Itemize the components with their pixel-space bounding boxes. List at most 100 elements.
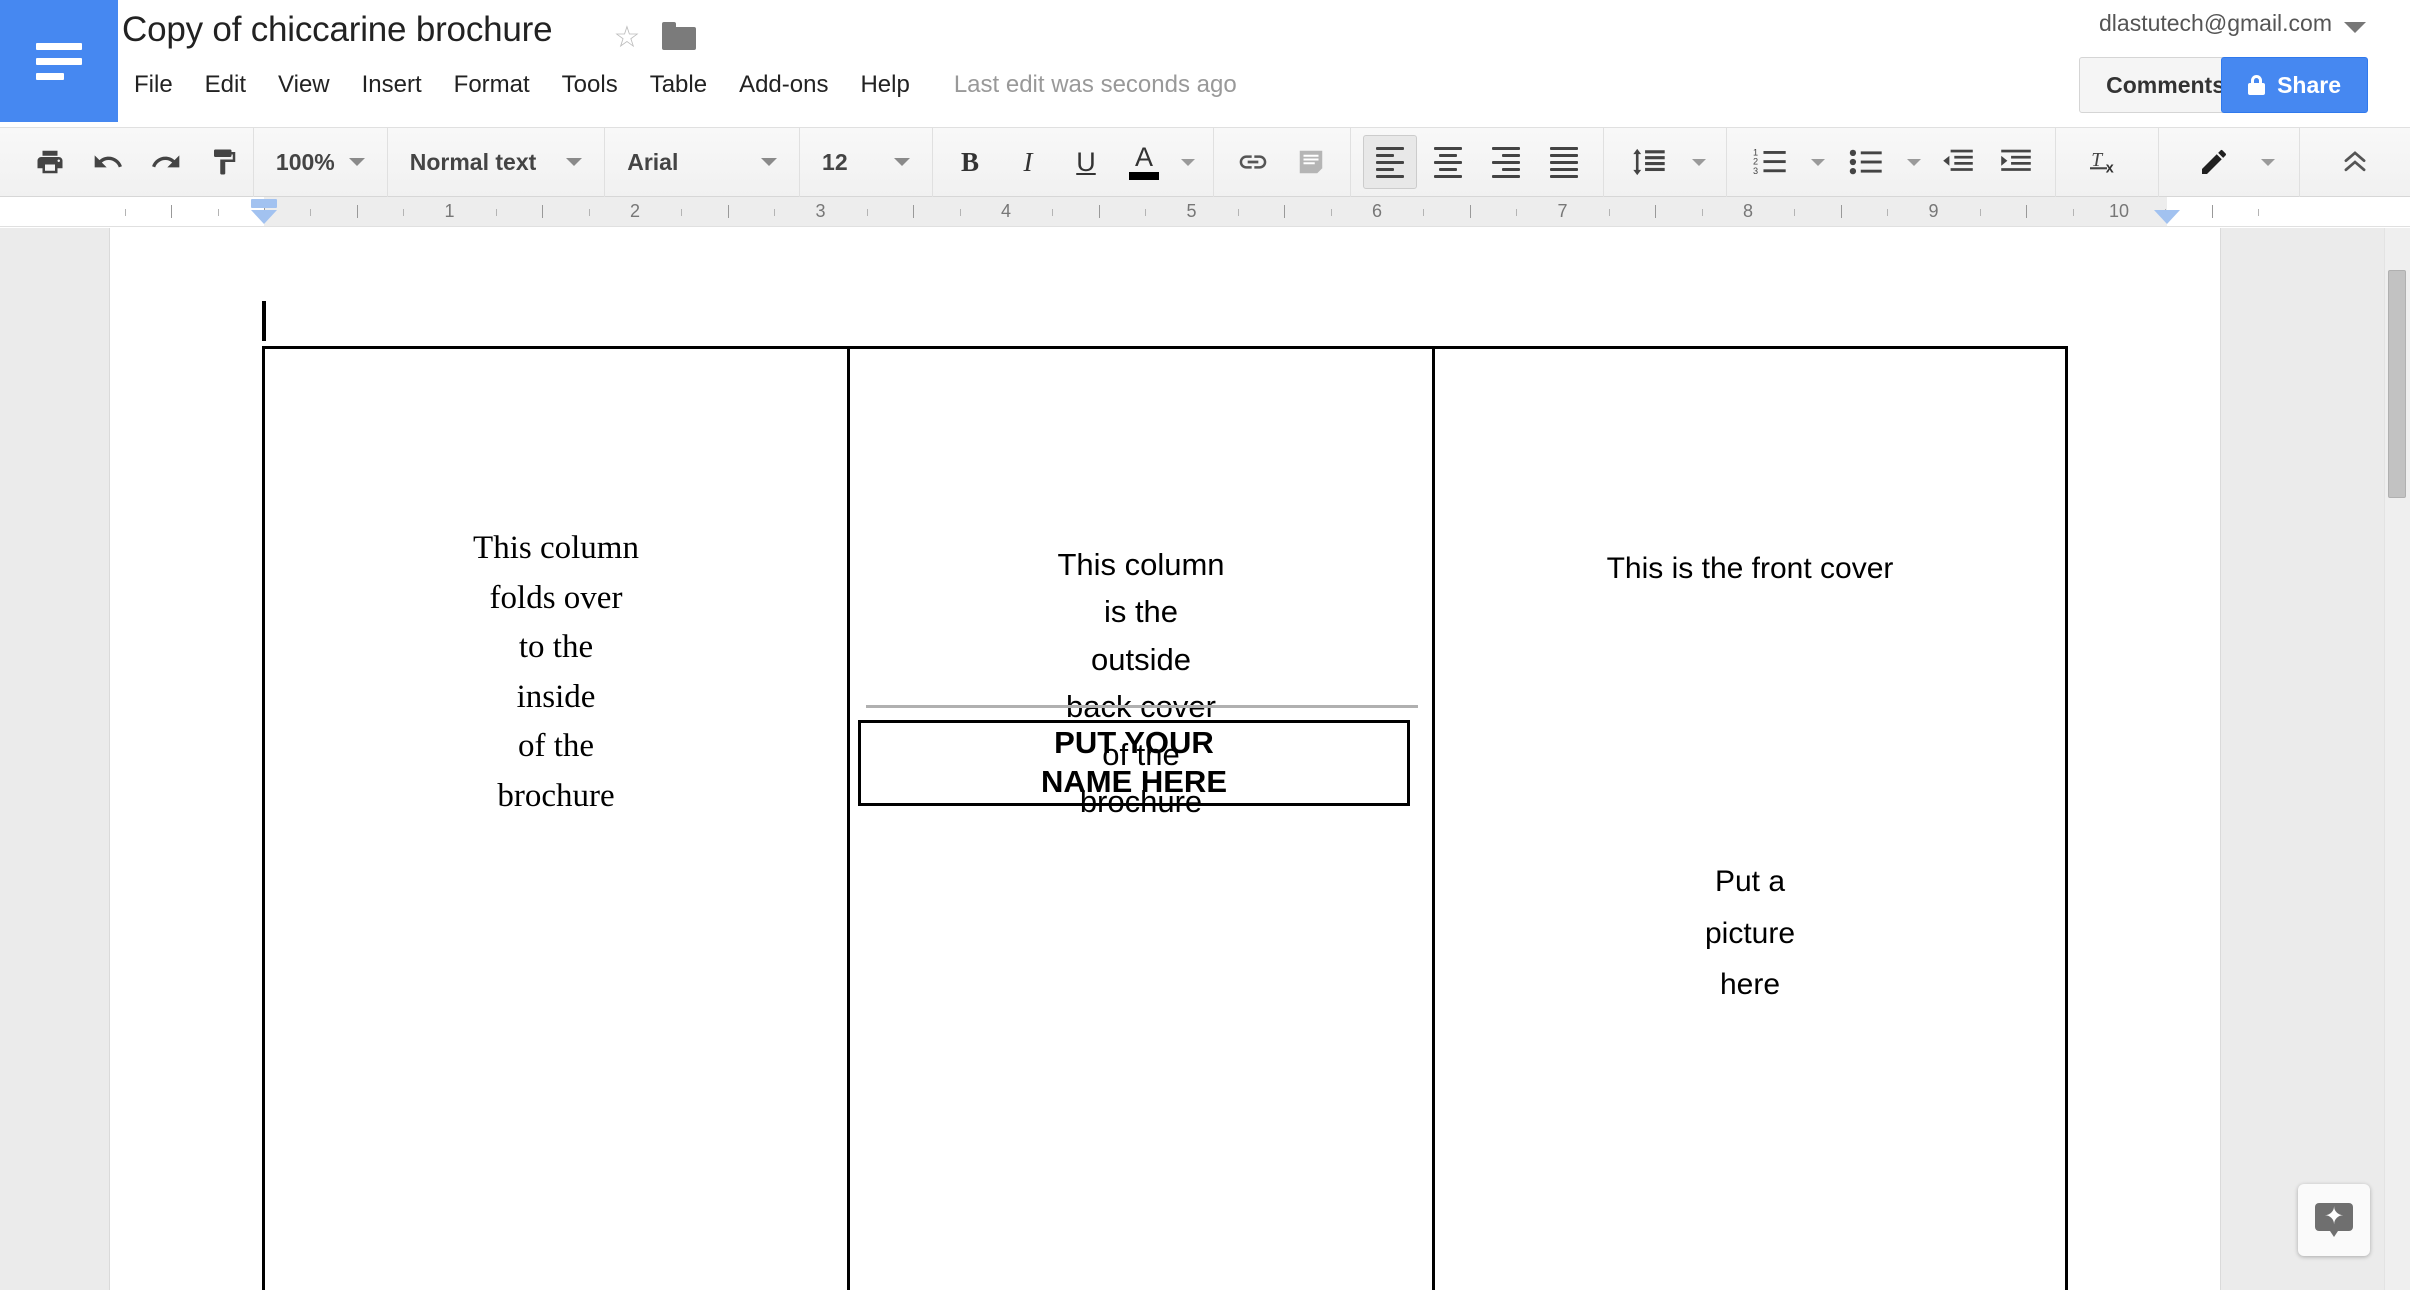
toolbar-group-lists: 1 2 3 xyxy=(1727,127,2055,197)
document-canvas[interactable]: This column folds over to the inside of … xyxy=(0,228,2410,1290)
vertical-scrollbar[interactable] xyxy=(2384,228,2410,1290)
text-color-dropdown[interactable] xyxy=(1173,158,1205,166)
folder-icon[interactable] xyxy=(662,22,696,50)
font-size-dropdown[interactable]: 12 xyxy=(822,135,910,189)
last-edit-status[interactable]: Last edit was seconds ago xyxy=(954,68,1237,102)
add-comment-icon[interactable] xyxy=(1284,135,1338,189)
print-icon[interactable] xyxy=(23,135,77,189)
ruler-tick xyxy=(2026,205,2028,218)
ruler-marks: 1 2 3 4 5 6 7 8 9 10 xyxy=(110,197,2290,226)
line-spacing-dropdown[interactable] xyxy=(1684,158,1716,166)
ruler-tick xyxy=(1840,205,1842,218)
menu-item-format[interactable]: Format xyxy=(438,68,546,102)
share-button[interactable]: Share xyxy=(2221,57,2368,113)
redo-icon[interactable] xyxy=(139,135,193,189)
explore-button[interactable]: ✦ xyxy=(2298,1184,2370,1256)
scrollbar-thumb[interactable] xyxy=(2388,270,2406,498)
brochure-table[interactable]: This column folds over to the inside of … xyxy=(262,346,2068,1290)
left-indent-marker-triangle[interactable] xyxy=(251,210,277,224)
paint-format-icon[interactable] xyxy=(197,135,251,189)
ruler-number: 5 xyxy=(1186,201,1197,221)
brochure-column-front-cover[interactable]: This is the front cover Put a picture he… xyxy=(1435,349,2068,1290)
align-center-button[interactable] xyxy=(1421,135,1475,189)
menu-item-help[interactable]: Help xyxy=(844,68,925,102)
ruler-tick xyxy=(1516,209,1518,216)
menu-item-tools[interactable]: Tools xyxy=(546,68,634,102)
zoom-dropdown[interactable]: 100% xyxy=(276,135,365,189)
google-docs-window: Copy of chiccarine brochure ☆ File Edit … xyxy=(0,0,2410,1290)
brochure-column-inside-fold[interactable]: This column folds over to the inside of … xyxy=(265,349,850,1290)
ruler-tick xyxy=(1098,205,1100,218)
underline-button[interactable]: U xyxy=(1059,135,1113,189)
app-header: Copy of chiccarine brochure ☆ File Edit … xyxy=(0,0,2410,127)
numbered-list-button[interactable]: 1 2 3 xyxy=(1739,135,1801,189)
font-family-dropdown[interactable]: Arial xyxy=(627,135,778,189)
bulleted-list-dropdown[interactable] xyxy=(1899,158,1929,166)
bold-button[interactable]: B xyxy=(943,135,997,189)
star-outline-icon[interactable]: ☆ xyxy=(612,23,642,53)
menu-item-edit[interactable]: Edit xyxy=(189,68,262,102)
decrease-indent-button[interactable] xyxy=(1931,135,1985,189)
ruler-tick xyxy=(217,209,219,216)
page-title[interactable]: Copy of chiccarine brochure xyxy=(122,10,553,50)
ruler-number: 7 xyxy=(1557,201,1568,221)
toolbar-group-textformat: B I U A xyxy=(933,127,1213,197)
ruler-tick xyxy=(1701,209,1703,216)
ruler-tick xyxy=(2072,209,2074,216)
ruler-tick xyxy=(913,205,915,218)
menu-item-file[interactable]: File xyxy=(118,68,189,102)
bulleted-list-button[interactable] xyxy=(1835,135,1897,189)
svg-text:3: 3 xyxy=(1753,166,1758,176)
left-indent-marker[interactable] xyxy=(251,199,277,208)
text-cursor xyxy=(262,301,266,341)
toolbar-group-spacing xyxy=(1604,127,1726,197)
clear-formatting-button[interactable]: T x xyxy=(2080,135,2134,189)
ruler-margin-left xyxy=(110,197,264,226)
text-color-swatch xyxy=(1129,172,1159,180)
paragraph-style-value: Normal text xyxy=(409,148,537,175)
ruler-tick xyxy=(2211,205,2213,218)
menu-item-table[interactable]: Table xyxy=(634,68,723,102)
lock-icon xyxy=(2248,75,2266,95)
text-color-button[interactable]: A xyxy=(1117,135,1171,189)
chevron-down-icon xyxy=(566,158,583,166)
account-email[interactable]: dlastutech@gmail.com xyxy=(2099,10,2332,37)
italic-button[interactable]: I xyxy=(1001,135,1055,189)
ruler-tick xyxy=(1979,209,1981,216)
docs-logo-icon[interactable] xyxy=(0,0,118,122)
menu-item-insert[interactable]: Insert xyxy=(346,68,438,102)
collapse-toolbar-button[interactable] xyxy=(2328,135,2382,189)
edit-mode-dropdown[interactable] xyxy=(2245,158,2275,166)
chevron-down-icon xyxy=(1181,158,1195,166)
ruler-number: 4 xyxy=(1000,201,1012,221)
toolbar-group-zoom: 100% xyxy=(254,127,387,197)
undo-icon[interactable] xyxy=(81,135,135,189)
chevron-down-icon[interactable] xyxy=(2344,22,2366,33)
toolbar-group-fontsize: 12 xyxy=(800,127,932,197)
menu-item-view[interactable]: View xyxy=(262,68,346,102)
chevron-down-icon xyxy=(1907,158,1921,166)
link-icon[interactable] xyxy=(1226,135,1280,189)
document-page[interactable]: This column folds over to the inside of … xyxy=(110,228,2220,1290)
paragraph-style-dropdown[interactable]: Normal text xyxy=(409,135,583,189)
name-placeholder-box[interactable]: PUT YOUR NAME HERE xyxy=(858,720,1410,806)
brochure-column-back-cover[interactable]: This column is the outside back cover of… xyxy=(850,349,1435,1290)
edit-mode-button[interactable] xyxy=(2185,135,2243,189)
align-justify-button[interactable] xyxy=(1537,135,1591,189)
align-left-button[interactable] xyxy=(1363,135,1417,189)
numbered-list-dropdown[interactable] xyxy=(1803,158,1833,166)
toolbar-group-style: Normal text xyxy=(388,127,604,197)
ruler-tick xyxy=(542,205,544,218)
horizontal-ruler[interactable]: 1 2 3 4 5 6 7 8 9 10 xyxy=(0,197,2410,227)
line-spacing-button[interactable] xyxy=(1616,135,1682,189)
ruler-tick xyxy=(2258,209,2260,216)
ruler-tick xyxy=(959,209,961,216)
ruler-tick xyxy=(1330,209,1332,216)
increase-indent-button[interactable] xyxy=(1989,135,2043,189)
ruler-tick xyxy=(1887,209,1889,216)
ruler-tick xyxy=(866,209,868,216)
align-right-button[interactable] xyxy=(1479,135,1533,189)
right-indent-marker[interactable] xyxy=(2154,210,2180,224)
menu-item-addons[interactable]: Add-ons xyxy=(723,68,844,102)
ruler-tick xyxy=(171,205,173,218)
